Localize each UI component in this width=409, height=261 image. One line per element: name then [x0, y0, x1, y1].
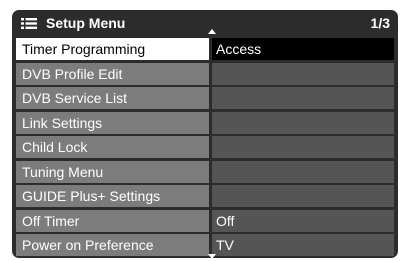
menu-item-label: Child Lock	[16, 136, 209, 158]
menu-item-label: GUIDE Plus+ Settings	[16, 185, 209, 207]
menu-list: Timer Programming Access DVB Profile Edi…	[16, 38, 394, 258]
menu-item-value: TV	[212, 234, 394, 256]
scroll-down-arrow-icon[interactable]	[208, 254, 216, 258]
menu-item-dvb-service-list[interactable]: DVB Service List	[16, 87, 394, 109]
page-indicator: 1/3	[370, 15, 390, 31]
page-title: Setup Menu	[46, 15, 126, 31]
menu-item-guide-plus-settings[interactable]: GUIDE Plus+ Settings	[16, 185, 394, 207]
menu-list-icon	[21, 18, 37, 29]
menu-item-value	[212, 185, 394, 207]
menu-item-value: Access	[212, 38, 394, 60]
menu-item-value	[212, 111, 394, 134]
menu-item-value	[212, 62, 394, 85]
setup-menu-panel: Setup Menu 1/3 Timer Programming Access …	[12, 10, 398, 258]
menu-item-label: Tuning Menu	[16, 160, 209, 183]
menu-item-label: Timer Programming	[16, 38, 209, 60]
menu-item-power-on-preference[interactable]: Power on Preference TV	[16, 234, 394, 256]
menu-item-timer-programming[interactable]: Timer Programming Access	[16, 38, 394, 60]
menu-item-child-lock[interactable]: Child Lock	[16, 136, 394, 158]
scroll-up-arrow-icon[interactable]	[208, 29, 216, 34]
menu-item-tuning-menu[interactable]: Tuning Menu	[16, 160, 394, 183]
menu-item-value	[212, 136, 394, 158]
menu-header: Setup Menu 1/3	[12, 10, 398, 37]
menu-item-label: Link Settings	[16, 111, 209, 134]
menu-item-label: Off Timer	[16, 209, 209, 232]
menu-item-label: Power on Preference	[16, 234, 209, 256]
menu-item-link-settings[interactable]: Link Settings	[16, 111, 394, 134]
menu-item-value	[212, 87, 394, 109]
menu-item-value: Off	[212, 209, 394, 232]
menu-item-value	[212, 160, 394, 183]
menu-item-label: DVB Service List	[16, 87, 209, 109]
menu-item-dvb-profile-edit[interactable]: DVB Profile Edit	[16, 62, 394, 85]
menu-item-label: DVB Profile Edit	[16, 62, 209, 85]
menu-item-off-timer[interactable]: Off Timer Off	[16, 209, 394, 232]
